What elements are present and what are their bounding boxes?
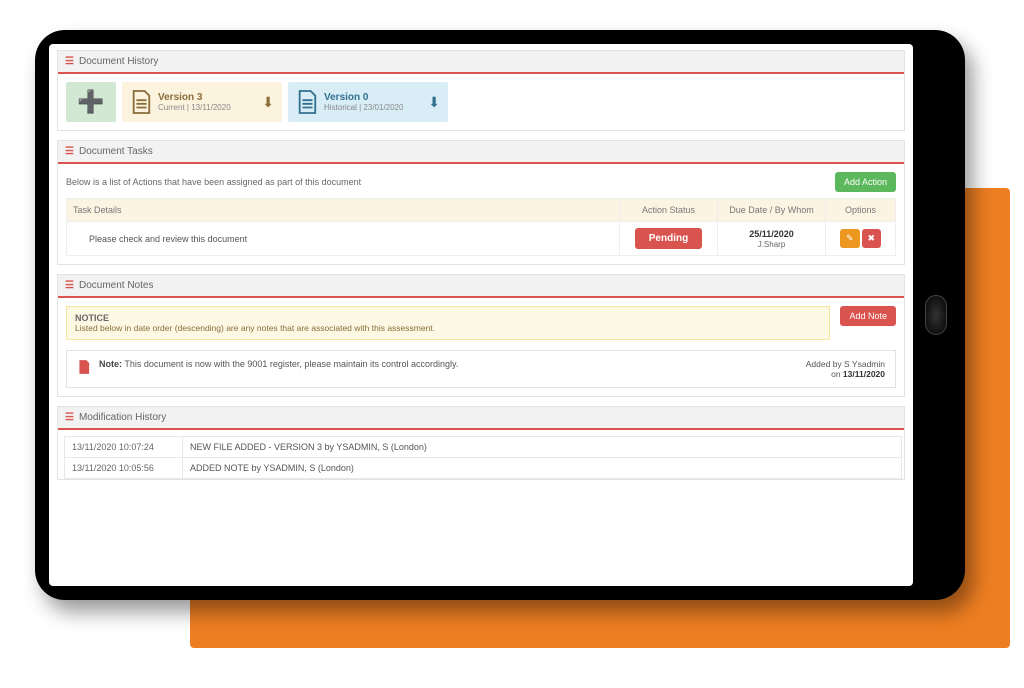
edit-button[interactable]: ✎ xyxy=(840,229,860,248)
note-row: Note: This document is now with the 9001… xyxy=(66,350,896,388)
document-icon xyxy=(296,89,318,115)
col-options: Options xyxy=(826,199,896,222)
menu-icon: ☰ xyxy=(65,280,74,291)
panel-title: Modification History xyxy=(79,412,166,423)
menu-icon: ☰ xyxy=(65,56,74,67)
note-label: Note: xyxy=(99,359,122,369)
app-screen: ☰ Document History ➕ Version 3 Current |… xyxy=(49,44,913,586)
download-icon[interactable]: ⬇ xyxy=(262,94,274,111)
status-badge: Pending xyxy=(635,228,702,249)
version-title: Version 0 xyxy=(324,92,422,103)
version-card-historical[interactable]: Version 0 Historical | 23/01/2020 ⬇ xyxy=(288,82,448,122)
note-meta: Added by S Ysadmin on 13/11/2020 xyxy=(806,359,885,379)
tasks-intro: Below is a list of Actions that have bee… xyxy=(66,177,361,187)
panel-modification-history: ☰ Modification History 13/11/2020 10:07:… xyxy=(57,406,905,480)
add-note-button[interactable]: Add Note xyxy=(840,306,896,326)
task-details: Please check and review this document xyxy=(67,222,620,256)
add-version-button[interactable]: ➕ xyxy=(66,82,116,122)
panel-title: Document History xyxy=(79,56,158,67)
panel-title: Document Tasks xyxy=(79,146,153,157)
panel-document-history: ☰ Document History ➕ Version 3 Current |… xyxy=(57,50,905,131)
tablet-frame: ☰ Document History ➕ Version 3 Current |… xyxy=(35,30,965,600)
table-row: 13/11/2020 10:05:56 ADDED NOTE by YSADMI… xyxy=(65,458,902,479)
document-icon xyxy=(130,89,152,115)
table-row: 13/11/2020 10:07:24 NEW FILE ADDED - VER… xyxy=(65,437,902,458)
plus-icon: ➕ xyxy=(77,89,104,115)
version-meta: Historical | 23/01/2020 xyxy=(324,103,422,112)
panel-header-tasks: ☰ Document Tasks xyxy=(58,141,904,164)
mod-text: ADDED NOTE by YSADMIN, S (London) xyxy=(183,458,902,479)
menu-icon: ☰ xyxy=(65,412,74,423)
pencil-icon: ✎ xyxy=(846,233,854,243)
version-title: Version 3 xyxy=(158,92,256,103)
col-action-status: Action Status xyxy=(620,199,718,222)
table-row: Please check and review this document Pe… xyxy=(67,222,896,256)
gear-icon: ✖ xyxy=(868,233,876,243)
delete-button[interactable]: ✖ xyxy=(862,229,882,248)
tasks-table: Task Details Action Status Due Date / By… xyxy=(66,198,896,256)
menu-icon: ☰ xyxy=(65,146,74,157)
tablet-home-button[interactable] xyxy=(925,295,947,335)
due-by: J.Sharp xyxy=(758,240,786,249)
col-due: Due Date / By Whom xyxy=(718,199,826,222)
panel-document-notes: ☰ Document Notes NOTICE Listed below in … xyxy=(57,274,905,397)
mod-timestamp: 13/11/2020 10:05:56 xyxy=(65,458,183,479)
mod-text: NEW FILE ADDED - VERSION 3 by YSADMIN, S… xyxy=(183,437,902,458)
version-meta: Current | 13/11/2020 xyxy=(158,103,256,112)
panel-title: Document Notes xyxy=(79,280,153,291)
panel-document-tasks: ☰ Document Tasks Below is a list of Acti… xyxy=(57,140,905,265)
notice-title: NOTICE xyxy=(75,313,821,323)
add-action-button[interactable]: Add Action xyxy=(835,172,896,192)
version-card-current[interactable]: Version 3 Current | 13/11/2020 ⬇ xyxy=(122,82,282,122)
download-icon[interactable]: ⬇ xyxy=(428,94,440,111)
note-text: This document is now with the 9001 regis… xyxy=(124,359,458,369)
panel-header-mods: ☰ Modification History xyxy=(58,407,904,430)
col-task-details: Task Details xyxy=(67,199,620,222)
panel-header-history: ☰ Document History xyxy=(58,51,904,74)
file-icon xyxy=(77,359,91,378)
mod-timestamp: 13/11/2020 10:07:24 xyxy=(65,437,183,458)
panel-header-notes: ☰ Document Notes xyxy=(58,275,904,298)
mods-table: 13/11/2020 10:07:24 NEW FILE ADDED - VER… xyxy=(64,436,902,479)
notice-box: NOTICE Listed below in date order (desce… xyxy=(66,306,830,340)
notice-text: Listed below in date order (descending) … xyxy=(75,323,435,333)
due-date: 25/11/2020 xyxy=(724,229,819,239)
